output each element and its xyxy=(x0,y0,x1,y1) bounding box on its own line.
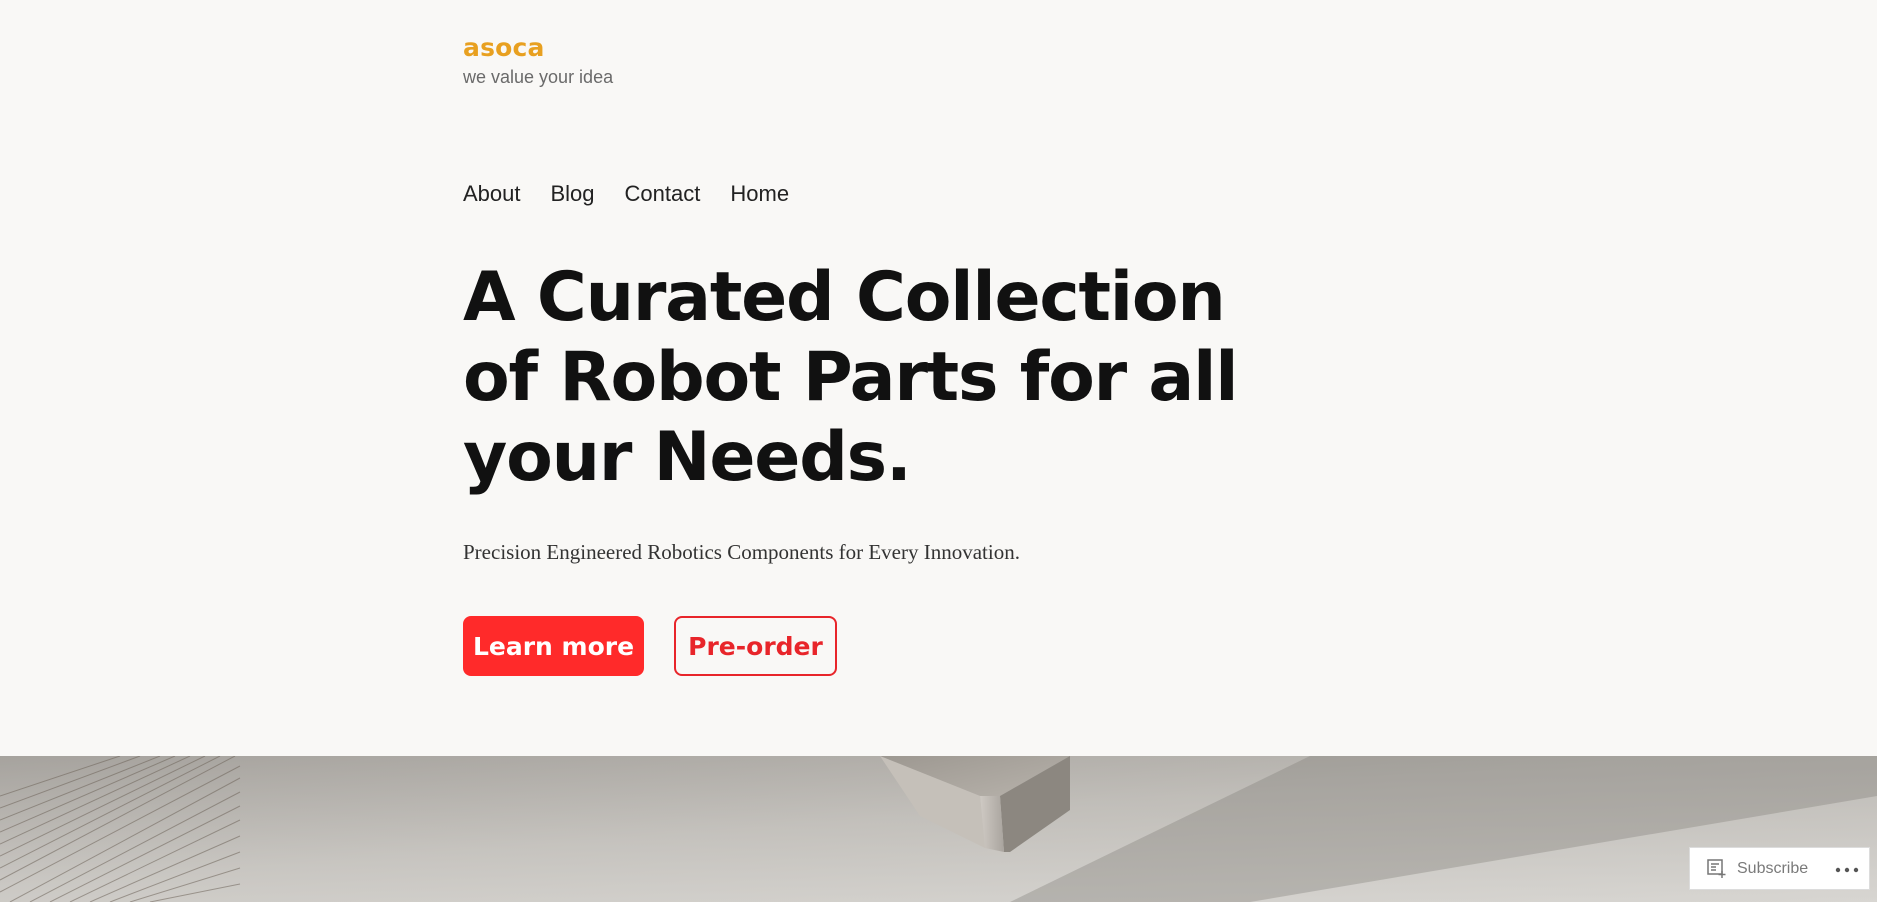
subscribe-bar: Subscribe xyxy=(1689,847,1870,890)
subscribe-label: Subscribe xyxy=(1737,859,1809,877)
subscribe-button[interactable]: Subscribe xyxy=(1690,848,1808,889)
nav-item-about[interactable]: About xyxy=(463,181,521,207)
nav-item-contact[interactable]: Contact xyxy=(625,181,701,207)
more-horizontal-icon xyxy=(1835,860,1859,878)
hero-subtitle: Precision Engineered Robotics Components… xyxy=(463,540,1020,564)
pre-order-button[interactable]: Pre-order xyxy=(674,616,837,676)
main-navigation: About Blog Contact Home xyxy=(463,181,789,207)
learn-more-button[interactable]: Learn more xyxy=(463,616,644,676)
site-title[interactable]: asoca xyxy=(463,33,545,62)
hero-image-graphic xyxy=(0,756,1877,902)
reader-subscribe-icon xyxy=(1707,858,1727,879)
nav-item-home[interactable]: Home xyxy=(730,181,789,207)
nav-item-blog[interactable]: Blog xyxy=(551,181,595,207)
site-tagline: we value your idea xyxy=(463,67,614,87)
hero-title: A Curated Collection of Robot Parts for … xyxy=(463,258,1239,497)
hero-image xyxy=(0,756,1877,902)
more-options-button[interactable] xyxy=(1835,848,1859,889)
